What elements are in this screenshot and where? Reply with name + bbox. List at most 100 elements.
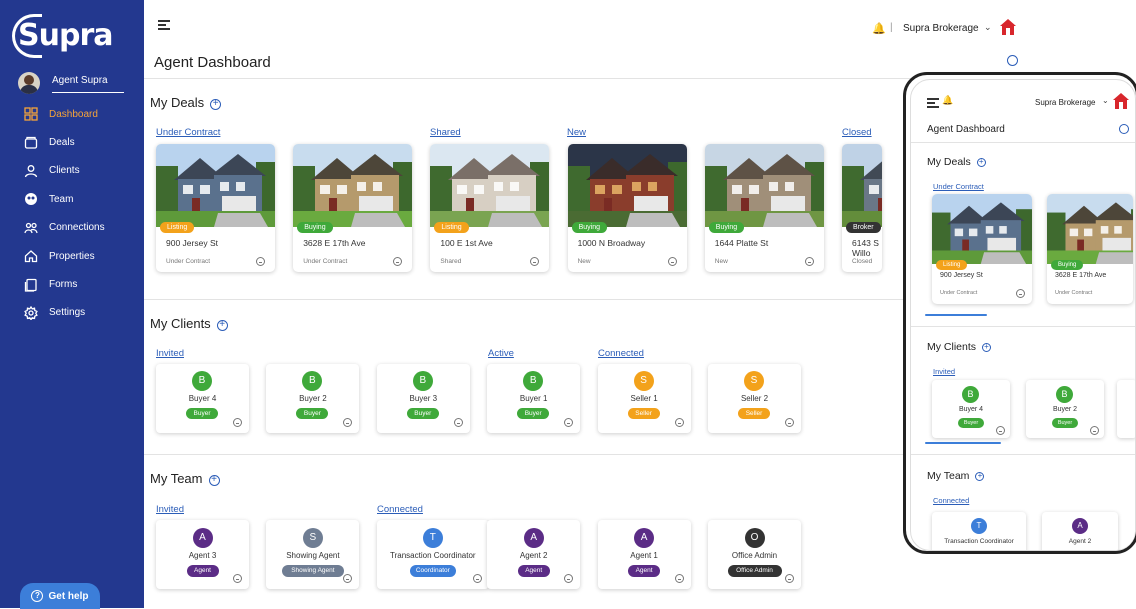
deal-card[interactable]: Listing 100 E 1st Ave Shared (430, 144, 550, 272)
team-member-card[interactable]: T Transaction Coordinator Coordinator (376, 520, 489, 589)
client-column-connected[interactable]: Connected (598, 348, 644, 359)
remove-icon[interactable] (564, 418, 574, 427)
settings-icon[interactable] (1007, 55, 1018, 66)
deal-card[interactable]: Broker 6143 S Willo Closed (842, 144, 882, 272)
client-card[interactable]: B Buyer 3 Buyer (376, 364, 470, 433)
team-role-badge: Coordinator (409, 565, 456, 577)
chevron-down-icon[interactable]: ⌄ (984, 22, 992, 33)
deal-card[interactable]: Buying 1000 N Broadway New (567, 144, 687, 272)
sidebar-item-clients[interactable]: Clients (0, 157, 144, 185)
remove-icon[interactable] (785, 418, 794, 427)
brokerage-selector[interactable]: Supra Brokerage (903, 23, 979, 34)
client-name: Seller 2 (740, 394, 769, 403)
remove-icon[interactable] (804, 257, 814, 266)
deal-card[interactable]: Listing 900 Jersey St Under Contract (156, 144, 275, 272)
user-profile[interactable]: Agent Supra (18, 70, 128, 96)
phone-team-member-card[interactable]: A Agent 2 (1042, 512, 1118, 550)
client-column-active[interactable]: Active (488, 348, 514, 359)
sidebar-item-forms[interactable]: Forms (0, 270, 144, 298)
remove-icon[interactable] (674, 418, 684, 427)
phone-deal-card[interactable]: Buying 3628 E 17th Ave Under Contract (1047, 194, 1133, 304)
clients-title-text: My Clients (150, 316, 211, 331)
team-member-card[interactable]: A Agent 2 Agent (487, 520, 581, 589)
deal-column-new[interactable]: New (567, 127, 586, 138)
phone-scrollbar[interactable] (925, 442, 1001, 444)
remove-icon[interactable] (453, 418, 463, 427)
phone-deal-column-under-contract[interactable]: Under Contract (933, 182, 984, 191)
bell-icon[interactable]: 🔔 (872, 22, 886, 35)
remove-icon[interactable] (667, 257, 677, 266)
phone-add-deal-icon[interactable]: + (976, 158, 986, 167)
deal-column-under-contract[interactable]: Under Contract (156, 127, 220, 138)
sidebar-item-deals[interactable]: Deals (0, 128, 144, 156)
phone-client-card[interactable]: B Buyer 2 Buyer (1026, 380, 1104, 438)
phone-add-client-icon[interactable]: + (982, 343, 992, 352)
sidebar-item-connections[interactable]: Connections (0, 214, 144, 242)
sidebar-item-team[interactable]: Team (0, 185, 144, 213)
deal-column-shared[interactable]: Shared (430, 127, 461, 138)
phone-add-team-icon[interactable]: + (975, 472, 985, 481)
remove-icon[interactable] (996, 426, 1005, 435)
remove-icon[interactable] (674, 574, 684, 583)
add-client-icon[interactable]: + (216, 320, 228, 331)
remove-icon[interactable] (1090, 426, 1099, 435)
phone-deal-card[interactable]: Listing 900 Jersey St Under Contract (932, 194, 1032, 304)
remove-icon[interactable] (256, 257, 265, 266)
remove-icon[interactable] (1016, 289, 1025, 298)
remove-icon[interactable] (530, 257, 540, 266)
remove-icon[interactable] (233, 418, 242, 427)
add-deal-icon[interactable]: + (210, 99, 222, 110)
remove-icon[interactable] (564, 574, 574, 583)
phone-team-column-connected[interactable]: Connected (933, 496, 969, 505)
phone-client-card[interactable]: B Buyer 4 Buyer (932, 380, 1010, 438)
remove-icon[interactable] (343, 418, 353, 427)
deal-card[interactable]: Buying 3628 E 17th Ave Under Contract (293, 144, 413, 272)
deal-type-badge: Listing (936, 260, 968, 270)
get-help-button[interactable]: ? Get help (20, 583, 100, 609)
phone-bell-icon[interactable]: 🔔 (942, 95, 953, 106)
sidebar-item-dashboard[interactable]: Dashboard (0, 100, 144, 128)
client-column-invited[interactable]: Invited (156, 348, 184, 359)
client-card[interactable]: S Seller 1 Seller (597, 364, 691, 433)
team-column-connected[interactable]: Connected (377, 504, 423, 515)
client-card[interactable]: B Buyer 4 Buyer (156, 364, 249, 433)
clients-section-title: My Clients + (150, 316, 228, 331)
remove-icon[interactable] (343, 574, 353, 583)
deal-card[interactable]: Buying 1644 Platte St New (704, 144, 824, 272)
team-member-card[interactable]: S Showing Agent Showing Agent (266, 520, 360, 589)
team-initial-avatar: A (523, 528, 544, 548)
sidebar-item-properties[interactable]: Properties (0, 242, 144, 270)
sidebar-item-label: Properties (49, 250, 95, 262)
add-team-member-icon[interactable]: + (208, 475, 220, 486)
sidebar-item-settings[interactable]: Settings (0, 299, 144, 327)
phone-chevron-down-icon[interactable]: ⌄ (1102, 96, 1109, 105)
phone-team-title: My Team + (927, 470, 985, 482)
team-member-card[interactable]: A Agent 3 Agent (156, 520, 249, 589)
team-member-card[interactable]: A Agent 1 Agent (597, 520, 691, 589)
phone-settings-icon[interactable] (1119, 124, 1129, 134)
property-photo (704, 144, 824, 227)
menu-icon[interactable] (158, 20, 170, 30)
phone-client-card-partial[interactable] (1117, 380, 1135, 438)
phone-brokerage-selector[interactable]: Supra Brokerage (1035, 98, 1095, 107)
client-card[interactable]: B Buyer 1 Buyer (487, 364, 581, 433)
team-member-name: Transaction Coordinator (944, 538, 1014, 545)
phone-team-member-card[interactable]: T Transaction Coordinator (932, 512, 1026, 550)
team-member-card[interactable]: O Office Admin Office Admin (708, 520, 801, 589)
remove-icon[interactable] (393, 257, 403, 266)
supra-logo[interactable]: Supra (12, 14, 113, 58)
remove-icon[interactable] (472, 574, 482, 583)
remove-icon[interactable] (233, 574, 242, 583)
team-member-name: Agent 1 (630, 551, 658, 560)
deal-column-closed[interactable]: Closed (842, 127, 872, 138)
remove-icon[interactable] (785, 574, 794, 583)
property-photo (567, 144, 687, 227)
phone-scrollbar[interactable] (925, 314, 987, 316)
team-column-invited[interactable]: Invited (156, 504, 184, 515)
phone-deals-title: My Deals + (927, 156, 986, 168)
client-card[interactable]: B Buyer 2 Buyer (266, 364, 360, 433)
sidebar-item-label: Settings (49, 307, 86, 319)
phone-menu-icon[interactable] (927, 98, 939, 108)
client-card[interactable]: S Seller 2 Seller (708, 364, 801, 433)
phone-client-column-invited[interactable]: Invited (933, 367, 955, 376)
